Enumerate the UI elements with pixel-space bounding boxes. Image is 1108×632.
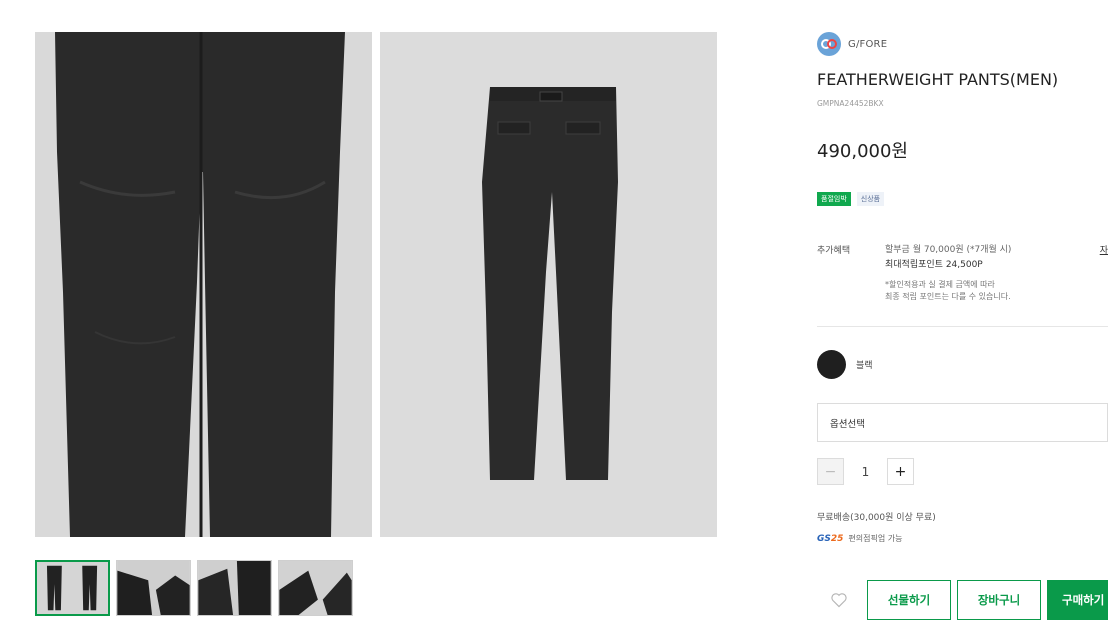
badge-row: 품절임박 신상품 <box>817 192 885 206</box>
pickup-info: GS25 편의점픽업 가능 <box>817 533 902 544</box>
buy-now-button[interactable]: 구매하기 <box>1047 580 1108 620</box>
benefit-body: 할부금 월 70,000원 (*7개월 시) 최대적립포인트 24,500P *… <box>885 243 1095 302</box>
benefit-detail-link[interactable]: 자 <box>1100 243 1108 256</box>
quantity-value: 1 <box>861 464 870 479</box>
points-text: 최대적립포인트 24,500P <box>885 260 983 270</box>
brand-name[interactable]: G/FORE <box>848 39 887 50</box>
status-badge: 품절임박 <box>817 192 851 206</box>
action-buttons: 선물하기 장바구니 구매하기 <box>817 580 1108 620</box>
quantity-stepper: − 1 + <box>817 458 914 485</box>
points-note-line1: *할인적용과 실 결제 금액에 따라 <box>885 280 995 289</box>
points-note: *할인적용과 실 결제 금액에 따라 최종 적립 포인트는 다를 수 있습니다. <box>885 279 1095 302</box>
brand-row[interactable]: G/FORE <box>817 32 887 56</box>
benefit-label: 추가혜택 <box>817 246 851 256</box>
thumbnail-strip <box>35 560 353 616</box>
product-sku: GMPNA24452BKX <box>817 99 884 108</box>
gs25-logo-icon: GS25 <box>817 533 844 544</box>
product-price: 490,000원 <box>817 141 908 162</box>
divider <box>817 326 1108 327</box>
thumbnail-4[interactable] <box>278 560 353 616</box>
product-title: FEATHERWEIGHT PANTS(MEN) <box>817 70 1059 89</box>
installment-text: 할부금 월 70,000원 (*7개월 시) <box>885 245 1012 255</box>
brand-logo-icon <box>817 32 841 56</box>
quantity-increase-button[interactable]: + <box>887 458 914 485</box>
color-name: 블랙 <box>856 361 873 371</box>
gift-button[interactable]: 선물하기 <box>867 580 951 620</box>
product-image-front[interactable] <box>35 32 372 537</box>
color-swatch-black[interactable] <box>817 350 846 379</box>
add-to-cart-button[interactable]: 장바구니 <box>957 580 1041 620</box>
quantity-decrease-button[interactable]: − <box>817 458 844 485</box>
points-note-line2: 최종 적립 포인트는 다를 수 있습니다. <box>885 291 1011 301</box>
thumbnail-1[interactable] <box>35 560 110 616</box>
thumbnail-3[interactable] <box>197 560 272 616</box>
pickup-text: 편의점픽업 가능 <box>848 534 903 543</box>
new-badge: 신상품 <box>856 192 885 206</box>
product-info-panel: G/FORE FEATHERWEIGHT PANTS(MEN) GMPNA244… <box>817 0 1108 632</box>
color-selector: 블랙 <box>817 350 873 379</box>
heart-icon <box>831 593 847 608</box>
thumbnail-2[interactable] <box>116 560 191 616</box>
option-select[interactable]: 옵션선택 <box>817 403 1108 442</box>
wishlist-button[interactable] <box>817 580 861 620</box>
product-image-back[interactable] <box>380 32 717 537</box>
shipping-info: 무료배송(30,000원 이상 무료) <box>817 513 936 523</box>
